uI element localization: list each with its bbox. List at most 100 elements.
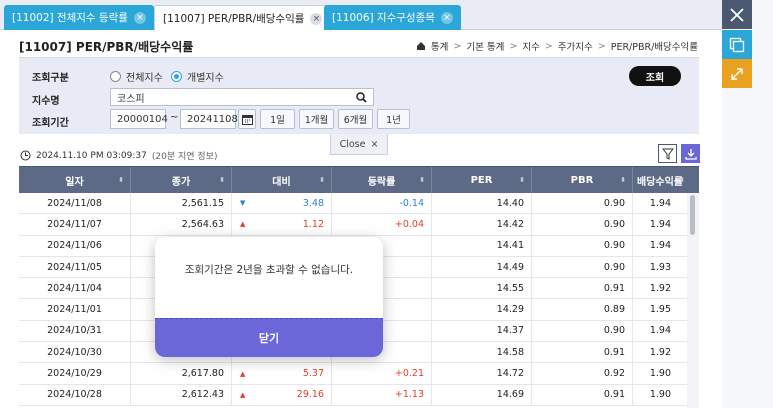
column-header-close[interactable]: 종가 ⬍ bbox=[131, 167, 232, 193]
date-to-input[interactable]: 20241108 bbox=[180, 109, 238, 129]
home-icon[interactable] bbox=[416, 41, 426, 51]
column-header-change[interactable]: 대비 ⬍ bbox=[232, 167, 332, 193]
cell-value: 2,612.43 bbox=[181, 389, 224, 401]
dialog-close-button[interactable]: 닫기 bbox=[155, 318, 383, 357]
table-cell-per: 14.29 bbox=[432, 299, 532, 320]
download-button[interactable] bbox=[681, 144, 700, 163]
radio-all-index[interactable]: 전체지수 bbox=[110, 69, 163, 84]
table-row[interactable]: 2024/11/08 2,561.15 ▼ 3.48 -0.14 14.40 0.90 1.9… bbox=[19, 193, 699, 215]
close-icon bbox=[730, 7, 744, 22]
breadcrumb-item[interactable]: 주가지수 bbox=[558, 39, 593, 53]
sort-icon: ⬍ bbox=[319, 176, 325, 184]
page-title: [11007] PER/PBR/배당수익률 bbox=[19, 40, 194, 54]
breadcrumb-item[interactable]: 기본 통계 bbox=[466, 39, 504, 53]
column-header-per[interactable]: PER ⬍ bbox=[432, 167, 532, 193]
period-1day-button[interactable]: 1일 bbox=[260, 109, 295, 129]
cell-value: 1.90 bbox=[649, 389, 671, 401]
tab-close-icon[interactable]: × bbox=[310, 12, 323, 25]
query-button[interactable]: 조회 bbox=[629, 66, 681, 86]
radio-single-index[interactable]: 개별지수 bbox=[171, 69, 224, 84]
breadcrumb-item[interactable]: 통계 bbox=[431, 39, 448, 53]
breadcrumb-item[interactable]: 지수 bbox=[522, 39, 539, 53]
close-window-button[interactable] bbox=[722, 0, 752, 29]
search-icon[interactable] bbox=[356, 92, 367, 103]
app-window: [11002] 전체지수 등락률 × [11007] PER/PBR/배당수익률… bbox=[0, 0, 773, 408]
table-cell-div: 1.94 bbox=[633, 193, 687, 213]
table-scrollbar[interactable] bbox=[687, 193, 699, 408]
timestamp-bar: 2024.11.10 PM 03:09:37 (20분 지연 정보) bbox=[20, 149, 217, 162]
breadcrumb-item[interactable]: PER/PBR/배당수익률 bbox=[611, 39, 698, 53]
cell-value: 2024/11/01 bbox=[47, 304, 102, 316]
table-cell-chg: ▲ 29.16 bbox=[232, 384, 332, 405]
cell-value: +0.04 bbox=[394, 218, 424, 230]
period-label: 조회기간 bbox=[32, 118, 69, 129]
table-row[interactable]: 2024/10/29 2,617.80 ▲ 5.37 +0.21 14.72 0.92 1.9… bbox=[19, 363, 699, 385]
cell-value: 0.90 bbox=[603, 261, 625, 273]
period-1month-button[interactable]: 1개월 bbox=[299, 109, 334, 129]
clock-icon bbox=[20, 150, 31, 161]
close-panel-x-icon: × bbox=[370, 138, 379, 150]
table-row[interactable]: 2024/11/07 2,564.63 ▲ 1.12 +0.04 14.42 0.90 1.9… bbox=[19, 214, 699, 236]
table-cell-date: 2024/10/30 bbox=[19, 342, 131, 363]
tab-11002[interactable]: [11002] 전체지수 등락률 × bbox=[4, 5, 154, 30]
cell-value: 14.58 bbox=[496, 346, 524, 358]
new-window-button[interactable] bbox=[722, 30, 752, 59]
cell-value: 14.42 bbox=[496, 218, 524, 230]
table-cell-per: 14.40 bbox=[432, 193, 532, 214]
change-value: 1.12 bbox=[302, 218, 324, 230]
cell-value: 2024/10/29 bbox=[47, 368, 102, 380]
expand-button[interactable] bbox=[722, 59, 752, 88]
tab-close-icon[interactable]: × bbox=[133, 11, 146, 24]
table-cell-date: 2024/11/05 bbox=[19, 256, 131, 278]
index-label: 지수명 bbox=[32, 96, 60, 107]
tab-11007[interactable]: [11007] PER/PBR/배당수익률 × bbox=[154, 5, 332, 31]
table-cell-date: 2024/11/08 bbox=[19, 193, 131, 214]
up-arrow-icon: ▲ bbox=[240, 220, 246, 229]
column-header-pbr[interactable]: PBR ⬍ bbox=[532, 167, 633, 193]
cell-value: 2,561.15 bbox=[181, 197, 224, 209]
radio-label: 개별지수 bbox=[187, 73, 224, 84]
filter-button[interactable] bbox=[658, 144, 677, 163]
cell-value: 2,617.80 bbox=[181, 368, 224, 380]
table-row[interactable]: 2024/10/28 2,612.43 ▲ 29.16 +1.13 14.69 0.91 1.… bbox=[19, 384, 699, 406]
table-cell-rate: +0.21 bbox=[332, 363, 432, 384]
table-cell-div: 1.94 bbox=[633, 214, 687, 234]
table-cell-div: 1.90 bbox=[633, 385, 687, 405]
breadcrumb-separator: > bbox=[509, 40, 518, 52]
table-header: 일자 ⬍ 종가 ⬍ 대비 ⬍ 등락률 ⬍ PER ⬍ PBR ⬍ 배당수익률 ⬍ bbox=[19, 167, 699, 193]
table-cell-pbr: 0.90 bbox=[532, 193, 633, 214]
cell-value: 2024/11/04 bbox=[47, 282, 102, 294]
cell-value: 2024/11/08 bbox=[47, 197, 102, 209]
table-cell-rate: +1.13 bbox=[332, 384, 432, 405]
close-panel-button[interactable]: Close × bbox=[330, 134, 388, 155]
sort-icon: ⬍ bbox=[118, 176, 124, 184]
column-header-dividend[interactable]: 배당수익률 ⬍ bbox=[633, 167, 687, 193]
cell-value: 14.40 bbox=[496, 197, 524, 209]
date-from-input[interactable]: 20000104 bbox=[110, 109, 168, 129]
table-cell-per: 14.55 bbox=[432, 278, 532, 299]
sort-icon: ⬍ bbox=[519, 176, 525, 184]
table-cell-date: 2024/11/06 bbox=[19, 235, 131, 256]
index-search-input[interactable]: 코스피 bbox=[110, 88, 374, 106]
calendar-button[interactable] bbox=[238, 109, 256, 129]
expand-icon bbox=[731, 67, 743, 80]
cell-value: 2024/11/07 bbox=[47, 218, 102, 230]
cell-value: 0.90 bbox=[603, 325, 625, 337]
tab-close-icon[interactable]: × bbox=[440, 11, 453, 24]
calendar-icon bbox=[241, 114, 253, 125]
tab-label: [11007] PER/PBR/배당수익률 bbox=[163, 13, 305, 25]
scrollbar-thumb[interactable] bbox=[690, 195, 695, 235]
table-cell-date: 2024/10/29 bbox=[19, 363, 131, 384]
change-value: 29.16 bbox=[296, 389, 324, 401]
column-header-rate[interactable]: 등락률 ⬍ bbox=[332, 167, 432, 193]
breadcrumb-separator: > bbox=[544, 40, 553, 52]
cell-value: -0.14 bbox=[399, 197, 424, 209]
period-6month-button[interactable]: 6개월 bbox=[338, 109, 373, 129]
column-header-date[interactable]: 일자 ⬍ bbox=[19, 167, 131, 193]
period-1year-button[interactable]: 1년 bbox=[377, 109, 410, 129]
tab-bar: [11002] 전체지수 등락률 × [11007] PER/PBR/배당수익률… bbox=[0, 0, 722, 31]
tab-11006[interactable]: [11006] 지수구성종목 × bbox=[324, 5, 461, 30]
cell-value: 14.41 bbox=[496, 240, 524, 252]
alert-dialog: 조회기간은 2년을 초과할 수 없습니다. 닫기 bbox=[155, 237, 383, 357]
cell-value: 0.90 bbox=[603, 218, 625, 230]
